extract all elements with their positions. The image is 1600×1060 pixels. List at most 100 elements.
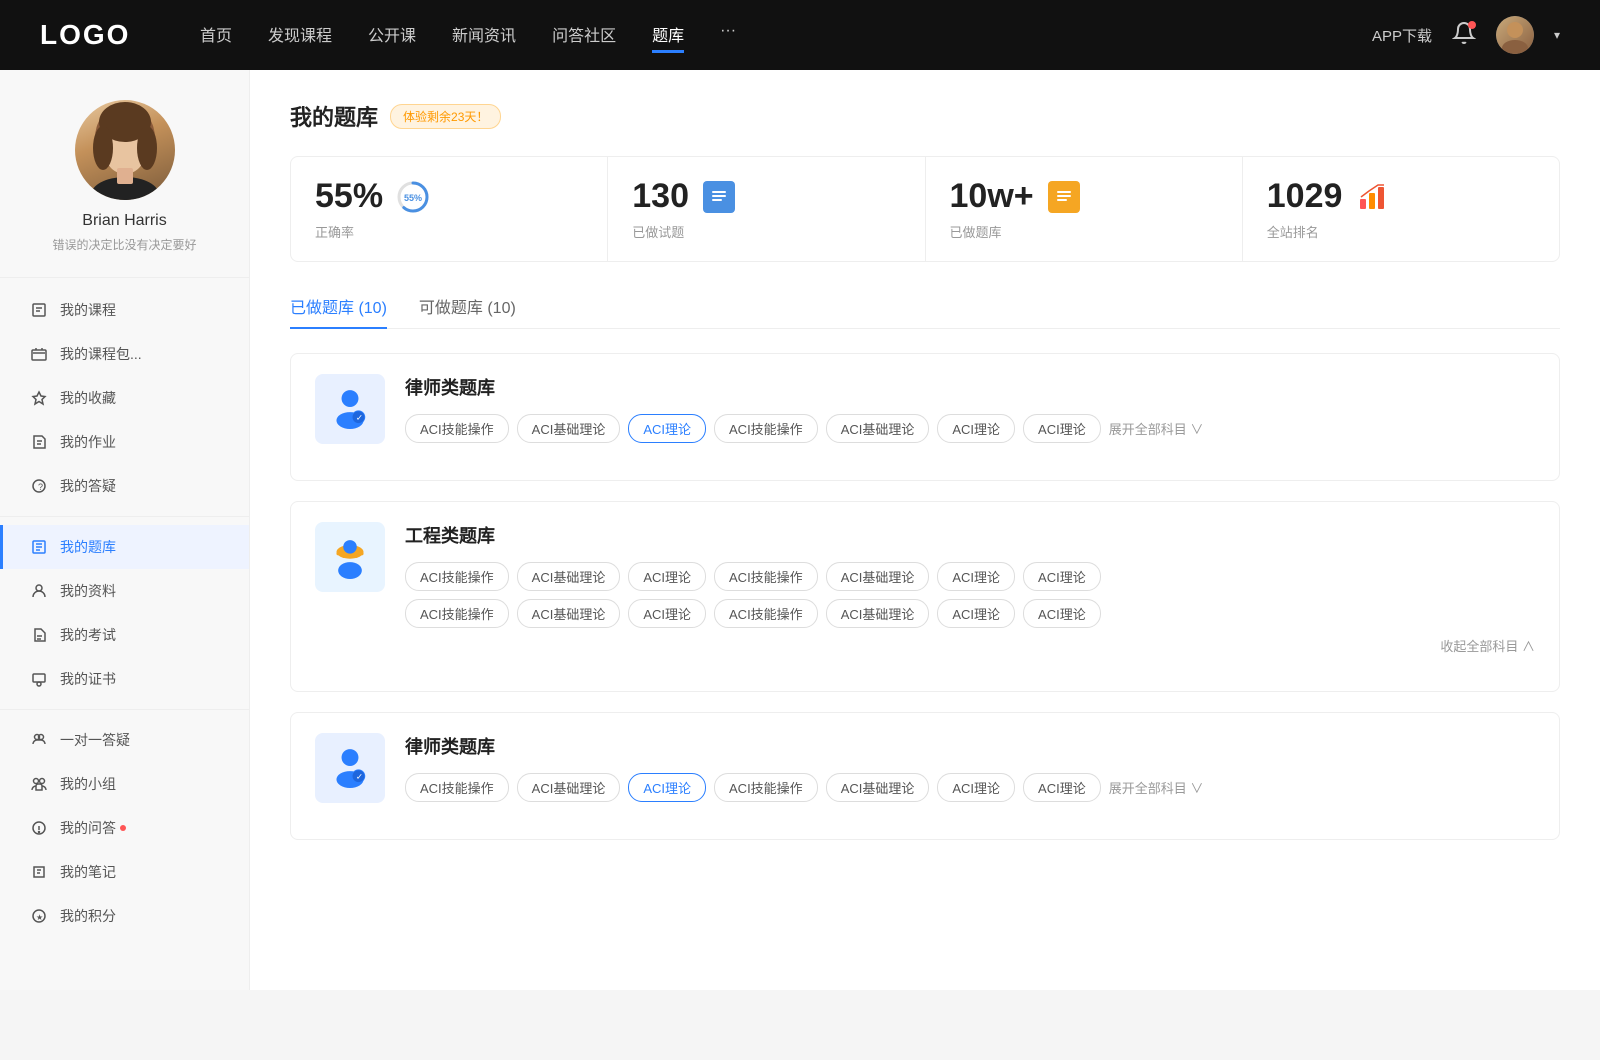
tag-1-3[interactable]: ACI技能操作 <box>714 562 818 591</box>
lawyer-icon-wrap: ✓ <box>328 385 372 434</box>
tag-2-3[interactable]: ACI技能操作 <box>714 773 818 802</box>
nav-news[interactable]: 新闻资讯 <box>452 18 516 53</box>
tab-available-bank[interactable]: 可做题库 (10) <box>419 294 516 328</box>
tags-row-1-2: ACI技能操作 ACI基础理论 ACI理论 ACI技能操作 ACI基础理论 AC… <box>405 599 1535 628</box>
tag-2-0[interactable]: ACI技能操作 <box>405 773 509 802</box>
notification-dot <box>1468 21 1476 29</box>
expand-link-2[interactable]: 展开全部科目 ∨ <box>1109 778 1204 797</box>
nav-discover[interactable]: 发现课程 <box>268 18 332 53</box>
category-name-2: 律师类题库 <box>405 733 1535 759</box>
tag-1-2-4[interactable]: ACI基础理论 <box>826 599 930 628</box>
page-title: 我的题库 <box>290 100 378 132</box>
sidebar-item-my-qa[interactable]: ? 我的答疑 <box>0 464 249 508</box>
stat-label-rank: 全站排名 <box>1267 222 1535 241</box>
expand-link-0[interactable]: 展开全部科目 ∨ <box>1109 419 1204 438</box>
tag-0-1[interactable]: ACI基础理论 <box>517 414 621 443</box>
tag-1-2[interactable]: ACI理论 <box>628 562 706 591</box>
sidebar-item-homework[interactable]: 我的作业 <box>0 420 249 464</box>
category-card-2: ✓ 律师类题库 ACI技能操作 ACI基础理论 ACI理论 ACI技能操作 AC… <box>290 712 1560 840</box>
sidebar-item-questions[interactable]: 我的问答 <box>0 806 249 850</box>
star-icon <box>30 389 48 407</box>
tag-0-2[interactable]: ACI理论 <box>628 414 706 443</box>
tag-1-0[interactable]: ACI技能操作 <box>405 562 509 591</box>
notification-bell[interactable] <box>1452 21 1476 50</box>
category-header-1: 工程类题库 ACI技能操作 ACI基础理论 ACI理论 ACI技能操作 ACI基… <box>315 522 1535 655</box>
qa-icon: ? <box>30 477 48 495</box>
category-info-1: 工程类题库 ACI技能操作 ACI基础理论 ACI理论 ACI技能操作 ACI基… <box>405 522 1535 655</box>
tab-done-bank[interactable]: 已做题库 (10) <box>290 294 387 328</box>
sidebar-item-points[interactable]: ★ 我的积分 <box>0 894 249 938</box>
nav-qa[interactable]: 问答社区 <box>552 18 616 53</box>
tag-1-6[interactable]: ACI理论 <box>1023 562 1101 591</box>
sidebar-item-groups[interactable]: 我的小组 <box>0 762 249 806</box>
tag-0-5[interactable]: ACI理论 <box>937 414 1015 443</box>
sidebar-item-label: 我的小组 <box>60 774 116 794</box>
menu-separator-2 <box>0 709 249 710</box>
tag-2-4[interactable]: ACI基础理论 <box>826 773 930 802</box>
tag-1-2-5[interactable]: ACI理论 <box>937 599 1015 628</box>
sidebar-item-label: 我的证书 <box>60 669 116 689</box>
tag-1-1[interactable]: ACI基础理论 <box>517 562 621 591</box>
sidebar-item-question-bank[interactable]: 我的题库 <box>0 525 249 569</box>
tag-1-4[interactable]: ACI基础理论 <box>826 562 930 591</box>
sidebar-item-profile[interactable]: 我的资料 <box>0 569 249 613</box>
tag-0-3[interactable]: ACI技能操作 <box>714 414 818 443</box>
sidebar-item-certificate[interactable]: 我的证书 <box>0 657 249 701</box>
stat-top: 55% 55% <box>315 177 583 216</box>
done-bank-icon <box>1046 179 1082 215</box>
tag-2-1[interactable]: ACI基础理论 <box>517 773 621 802</box>
profile-icon <box>30 582 48 600</box>
sidebar-item-tutor[interactable]: 一对一答疑 <box>0 718 249 762</box>
nav-question-bank[interactable]: 题库 <box>652 18 684 53</box>
user-dropdown-arrow[interactable]: ▾ <box>1554 28 1560 42</box>
tag-1-2-3[interactable]: ACI技能操作 <box>714 599 818 628</box>
tag-2-6[interactable]: ACI理论 <box>1023 773 1101 802</box>
sidebar-item-favorites[interactable]: 我的收藏 <box>0 376 249 420</box>
stat-top-2: 130 <box>632 177 900 216</box>
stat-done-bank: 10w+ 已做题库 <box>926 157 1243 261</box>
rank-icon <box>1354 179 1390 215</box>
tag-1-2-6[interactable]: ACI理论 <box>1023 599 1101 628</box>
category-icon-lawyer-2: ✓ <box>315 733 385 803</box>
sidebar-item-notes[interactable]: 我的笔记 <box>0 850 249 894</box>
tag-1-2-1[interactable]: ACI基础理论 <box>517 599 621 628</box>
sidebar-item-label: 我的收藏 <box>60 388 116 408</box>
category-info-0: 律师类题库 ACI技能操作 ACI基础理论 ACI理论 ACI技能操作 ACI基… <box>405 374 1535 443</box>
stats-row: 55% 55% 正确率 130 <box>290 156 1560 262</box>
course-pkg-icon <box>30 345 48 363</box>
sidebar-item-label: 我的作业 <box>60 432 116 452</box>
category-info-2: 律师类题库 ACI技能操作 ACI基础理论 ACI理论 ACI技能操作 ACI基… <box>405 733 1535 802</box>
tag-0-4[interactable]: ACI基础理论 <box>826 414 930 443</box>
user-avatar[interactable] <box>1496 16 1534 54</box>
tag-2-2[interactable]: ACI理论 <box>628 773 706 802</box>
tag-0-0[interactable]: ACI技能操作 <box>405 414 509 443</box>
stat-value-rank: 1029 <box>1267 177 1343 216</box>
nav-home[interactable]: 首页 <box>200 18 232 53</box>
nav-right: APP下载 ▾ <box>1372 16 1560 54</box>
app-download-link[interactable]: APP下载 <box>1372 25 1432 46</box>
tag-1-5[interactable]: ACI理论 <box>937 562 1015 591</box>
main-content: 我的题库 体验剩余23天！ 55% 55% 正确率 <box>250 70 1600 990</box>
groups-icon <box>30 775 48 793</box>
sidebar-item-my-courses[interactable]: 我的课程 <box>0 288 249 332</box>
collapse-link-1[interactable]: 收起全部科目 ∧ <box>1440 636 1535 655</box>
sidebar-item-label: 我的课程 <box>60 300 116 320</box>
question-dot-badge <box>120 825 126 831</box>
tag-2-5[interactable]: ACI理论 <box>937 773 1015 802</box>
exam-icon <box>30 626 48 644</box>
profile-name: Brian Harris <box>82 212 166 230</box>
svg-text:✓: ✓ <box>356 412 363 422</box>
sidebar-item-exam[interactable]: 我的考试 <box>0 613 249 657</box>
nav-open-course[interactable]: 公开课 <box>368 18 416 53</box>
notes-icon <box>30 863 48 881</box>
stat-label-bank: 已做题库 <box>950 222 1218 241</box>
stat-value-bank: 10w+ <box>950 177 1034 216</box>
trial-badge: 体验剩余23天！ <box>390 104 501 129</box>
tag-0-6[interactable]: ACI理论 <box>1023 414 1101 443</box>
tag-1-2-2[interactable]: ACI理论 <box>628 599 706 628</box>
tag-1-2-0[interactable]: ACI技能操作 <box>405 599 509 628</box>
sidebar-item-course-package[interactable]: 我的课程包... <box>0 332 249 376</box>
nav-more[interactable]: ··· <box>720 18 736 53</box>
sidebar-item-label: 我的考试 <box>60 625 116 645</box>
sidebar-menu: 我的课程 我的课程包... 我的收藏 <box>0 278 249 948</box>
